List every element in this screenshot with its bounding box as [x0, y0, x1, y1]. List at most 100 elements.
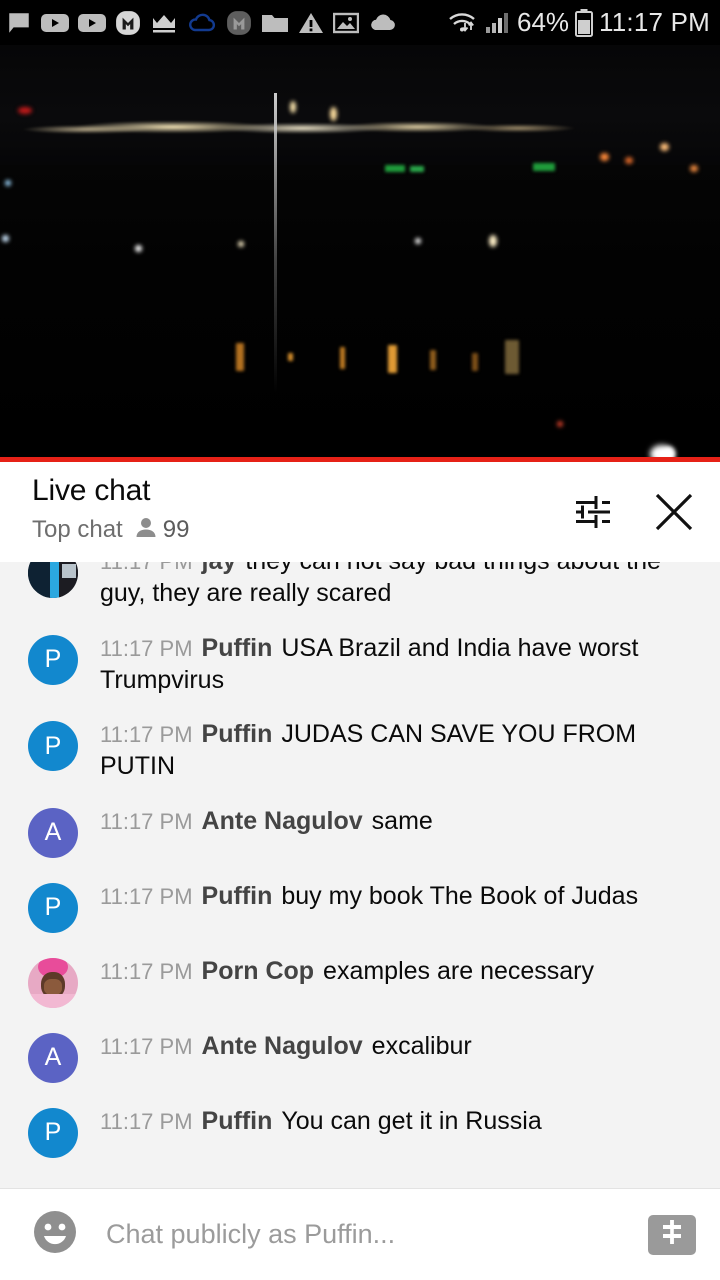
app-screen: 64% 11:17 PM Live chat Top chat 99 guy, …: [0, 0, 720, 1280]
message-author[interactable]: jay: [202, 562, 237, 575]
page-title: Live chat: [32, 474, 151, 507]
message-timestamp: 11:17 PM: [100, 1033, 193, 1059]
avatar[interactable]: A: [28, 1032, 78, 1083]
warning-icon: [298, 11, 324, 35]
window-light: [288, 353, 293, 361]
message-author[interactable]: Puffin: [202, 720, 273, 748]
light-point: [557, 421, 563, 427]
chat-message[interactable]: 11:17 PMjaythey can not say bad things a…: [0, 562, 720, 621]
message-author[interactable]: Puffin: [202, 634, 273, 662]
dark-foreground: [0, 165, 720, 462]
avatar[interactable]: [28, 957, 78, 1008]
photo-icon: [333, 11, 359, 35]
chat-message[interactable]: P 11:17 PM Puffin buy my book The Book of J…: [0, 869, 720, 944]
message-timestamp: 11:17 PM: [100, 722, 193, 747]
chat-message-line: 11:17 PM Porn Cop examples are necessary: [100, 955, 694, 987]
light-point: [489, 235, 497, 247]
light-point: [5, 180, 11, 186]
chat-input-field[interactable]: [82, 1219, 648, 1250]
avatar[interactable]: P: [28, 1107, 78, 1158]
avatar[interactable]: P: [28, 721, 78, 771]
chat-message[interactable]: P 11:17 PM Puffin JUDAS CAN SAVE YOU FROM P…: [0, 707, 720, 794]
chat-message[interactable]: A 11:17 PM Ante Nagulov excalibur: [0, 1019, 720, 1094]
message-timestamp: 11:17 PM: [100, 808, 193, 834]
viewer-count-group: 99: [135, 516, 190, 545]
message-author[interactable]: Puffin: [202, 1107, 273, 1135]
message-timestamp: 11:17 PM: [100, 958, 193, 984]
chat-message[interactable]: P 11:17 PM Puffin USA Brazil and India have…: [0, 621, 720, 708]
light-point: [410, 166, 424, 172]
light-point: [660, 143, 669, 151]
battery-percent-label: 64%: [516, 7, 570, 37]
chat-message-body: 11:17 PM Ante Nagulov excalibur: [78, 1030, 698, 1062]
avatar-photo-part: [62, 564, 76, 578]
city-skyline-lights: [0, 97, 720, 157]
light-point: [290, 101, 296, 113]
avatar[interactable]: [28, 562, 78, 598]
video-player[interactable]: [0, 45, 720, 462]
cellular-signal-icon: [485, 11, 511, 35]
chat-message-line: 11:17 PM Puffin JUDAS CAN SAVE YOU FROM PU…: [100, 718, 694, 783]
chat-message-line: 11:17 PM Puffin You can get it in Russia: [100, 1105, 694, 1137]
light-point: [690, 165, 698, 172]
status-bar-notification-icons: [6, 10, 447, 36]
chat-header-titles: Live chat Top chat 99: [32, 472, 568, 545]
dollar-superchat-icon: [657, 1217, 687, 1252]
chat-message-body: 11:17 PM Porn Cop examples are necessary: [78, 955, 698, 987]
message-icon: [6, 10, 32, 36]
wifi-data-icon: [447, 10, 479, 36]
light-point: [135, 245, 142, 252]
chat-settings-button[interactable]: [568, 490, 616, 538]
light-point: [415, 238, 421, 244]
antenna-mast: [274, 93, 277, 393]
clock-label: 11:17 PM: [599, 7, 710, 37]
chat-message-body: 11:17 PM Ante Nagulov same: [78, 805, 698, 837]
light-point: [2, 235, 9, 242]
window-light: [505, 340, 519, 374]
light-point: [600, 153, 609, 161]
crown-icon: [150, 11, 178, 35]
avatar[interactable]: P: [28, 634, 78, 685]
status-bar: 64% 11:17 PM: [0, 0, 720, 45]
chat-message[interactable]: P 11:17 PM Puffin You can get it in Russia: [0, 1094, 720, 1169]
message-text: examples are necessary: [323, 956, 595, 985]
chat-message[interactable]: 11:17 PM Porn Cop examples are necessary: [0, 944, 720, 1019]
window-light: [472, 353, 478, 371]
message-text: buy my book The Book of Judas: [281, 881, 639, 910]
avatar[interactable]: P: [28, 882, 78, 933]
light-point: [238, 241, 244, 247]
message-text: You can get it in Russia: [281, 1106, 542, 1135]
viewer-count-label: 99: [162, 516, 190, 543]
message-author[interactable]: Porn Cop: [202, 957, 315, 985]
message-timestamp: 11:17 PM: [100, 635, 193, 661]
monzo-gray-icon: [226, 10, 252, 36]
emoji-picker-button[interactable]: [28, 1208, 82, 1262]
message-author[interactable]: Puffin: [202, 882, 273, 910]
person-icon: [135, 516, 157, 545]
cloud-outline-icon: [187, 11, 217, 35]
chat-message-body: 11:17 PM Puffin buy my book The Book of Ju…: [78, 880, 698, 912]
chat-message-line: 11:17 PM Ante Nagulov excalibur: [100, 1030, 694, 1062]
message-timestamp: 11:17 PM: [100, 883, 193, 909]
message-text: same: [371, 806, 433, 835]
chat-mode-label[interactable]: Top chat: [32, 516, 123, 544]
close-chat-button[interactable]: [650, 490, 698, 538]
light-point: [625, 157, 633, 164]
message-timestamp: 11:17 PM: [100, 1108, 193, 1134]
chat-header-subtitle-row: Top chat 99: [32, 516, 568, 545]
chat-message-list[interactable]: 11:17 PMjaythey can not say bad things a…: [0, 562, 720, 1188]
message-timestamp: 11:17 PM: [100, 562, 193, 574]
monzo-icon: [115, 10, 141, 36]
avatar[interactable]: A: [28, 807, 78, 858]
light-point: [385, 165, 405, 172]
message-author[interactable]: Ante Nagulov: [202, 807, 363, 835]
light-point: [18, 107, 32, 114]
message-text: excalibur: [371, 1031, 472, 1060]
avatar-photo-part: [44, 978, 62, 995]
live-chat-header: Live chat Top chat 99: [0, 462, 720, 562]
message-author[interactable]: Ante Nagulov: [202, 1032, 363, 1060]
superchat-button[interactable]: [648, 1214, 696, 1255]
chat-message[interactable]: A 11:17 PM Ante Nagulov same: [0, 794, 720, 869]
chat-message-line: 11:17 PMjaythey can not say bad things a…: [100, 562, 694, 610]
light-point: [330, 107, 337, 121]
